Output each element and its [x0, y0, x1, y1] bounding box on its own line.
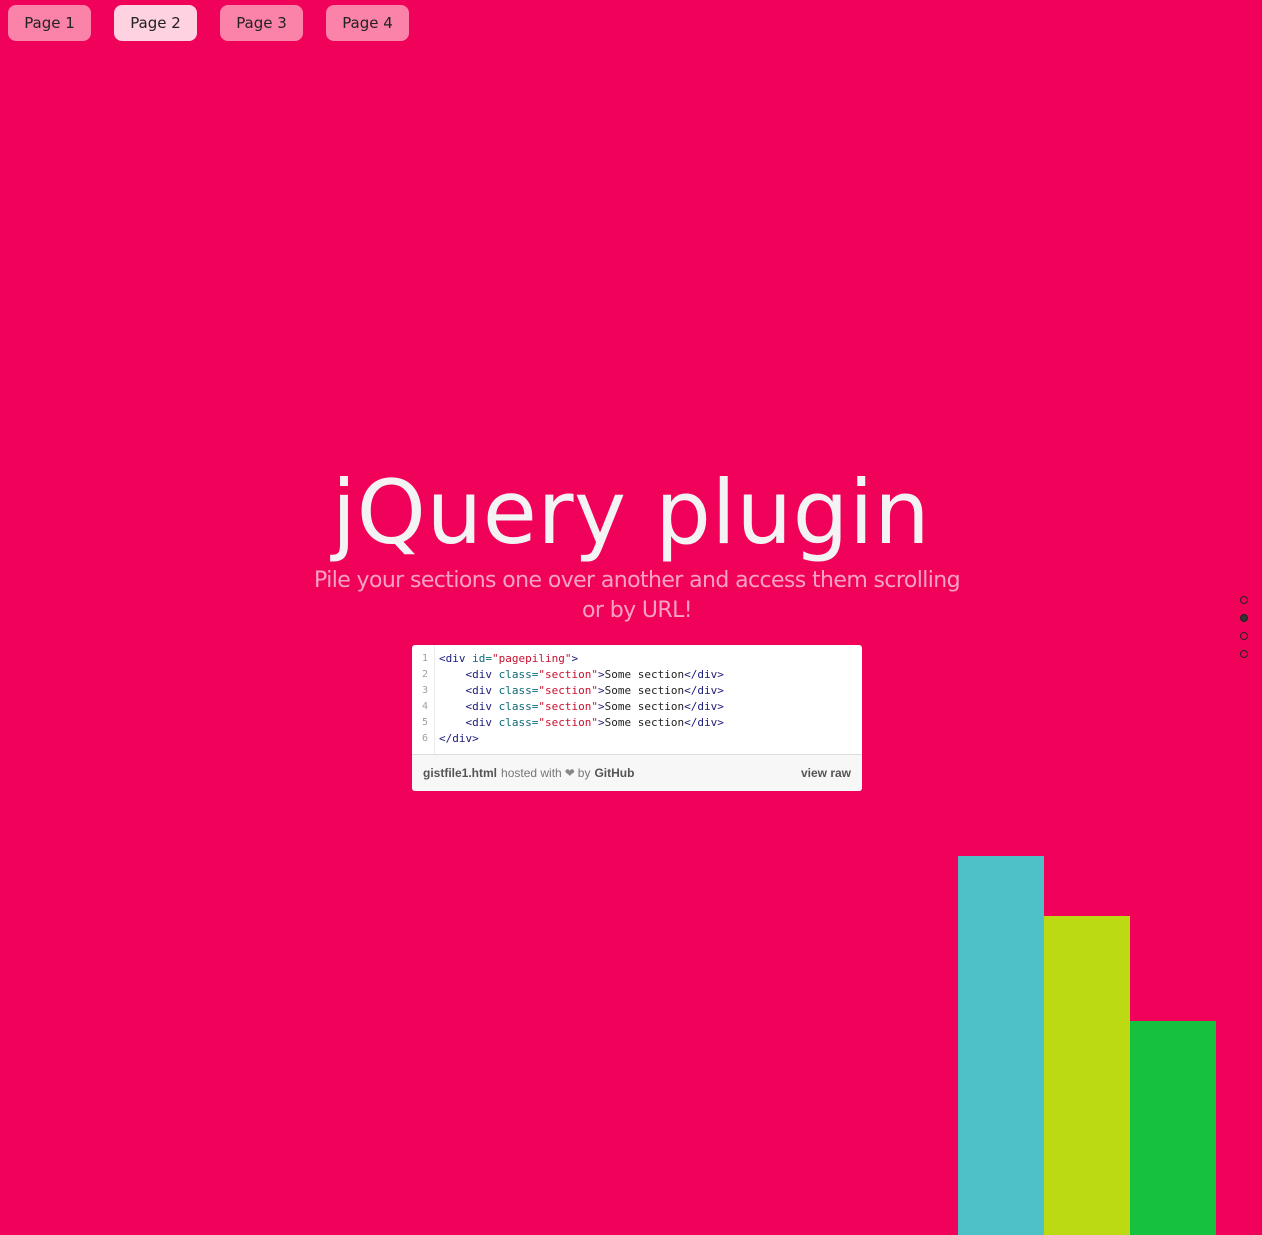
- github-link[interactable]: GitHub: [594, 766, 634, 780]
- menu-item-page-3[interactable]: Page 3: [220, 5, 303, 41]
- hosted-with-text: hosted with: [501, 766, 562, 780]
- page-subtitle: Pile your sections one over another and …: [314, 568, 961, 623]
- top-menu: Page 1 Page 2 Page 3 Page 4: [8, 5, 409, 41]
- by-text: by: [577, 766, 591, 780]
- nav-dot-1[interactable]: [1240, 596, 1248, 604]
- menu-item-page-4[interactable]: Page 4: [326, 5, 409, 41]
- code-text: <div id="pagepiling">: [439, 652, 579, 665]
- page-section-2: Page 1 Page 2 Page 3 Page 4 jQuery plugi…: [0, 0, 1262, 1235]
- nav-dot-3[interactable]: [1240, 632, 1248, 640]
- nav-dot-4[interactable]: [1240, 650, 1248, 658]
- decorative-bar-green: [1130, 1021, 1216, 1235]
- gist-filename-link[interactable]: gistfile1.html: [423, 766, 497, 780]
- menu-item-page-2[interactable]: Page 2: [114, 5, 197, 41]
- line-number: 1: [421, 653, 428, 664]
- gist-footer: gistfile1.html hosted with ❤ by GitHub v…: [412, 755, 862, 791]
- code-text: </div>: [439, 732, 479, 745]
- line-number: 4: [421, 701, 428, 712]
- line-number: 6: [421, 733, 428, 744]
- decorative-bar-lime: [1044, 916, 1130, 1235]
- view-raw-link[interactable]: view raw: [801, 766, 851, 780]
- code-text: <div class="section">Some section</div>: [465, 700, 724, 713]
- code-text: <div class="section">Some section</div>: [465, 684, 724, 697]
- code-text: <div class="section">Some section</div>: [465, 668, 724, 681]
- menu-item-page-1[interactable]: Page 1: [8, 5, 91, 41]
- section-nav-dots: [1240, 596, 1248, 668]
- line-number: 2: [421, 669, 428, 680]
- heart-icon: ❤: [564, 766, 575, 780]
- line-number: 3: [421, 685, 428, 696]
- page-title: jQuery plugin: [331, 461, 931, 564]
- code-text: <div class="section">Some section</div>: [465, 716, 724, 729]
- line-number: 5: [421, 717, 428, 728]
- decorative-bar-teal: [958, 856, 1044, 1235]
- gist-embed: 1 <div id="pagepiling"> 2 <div class="sect…: [412, 645, 862, 791]
- nav-dot-2[interactable]: [1240, 614, 1248, 622]
- gist-code-block: 1 <div id="pagepiling"> 2 <div class="sect…: [412, 645, 862, 755]
